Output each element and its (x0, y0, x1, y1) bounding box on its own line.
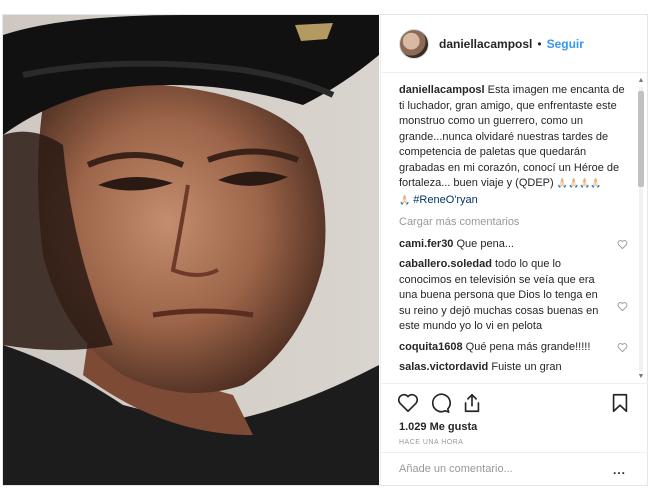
heart-icon[interactable] (617, 342, 628, 353)
comment-bubble-icon[interactable] (429, 392, 451, 414)
post-timestamp: HACE UNA HORA (399, 439, 464, 446)
heart-icon[interactable] (617, 301, 628, 312)
instagram-post-modal: daniellacamposl • Seguir daniellacamposl… (2, 14, 648, 486)
comment-text: Que pena... (456, 237, 515, 250)
comment-username[interactable]: caballero.soledad (399, 258, 492, 270)
comment-text: Fuiste un gran (491, 361, 562, 373)
likes-count[interactable]: 1.029 Me gusta (399, 421, 477, 433)
share-icon[interactable] (461, 392, 483, 414)
action-bar (381, 383, 648, 423)
add-comment-bar: ... (381, 452, 648, 485)
comment-item: cami.fer30 Que pena... (399, 237, 628, 253)
separator-dot: • (537, 36, 542, 51)
comment-username[interactable]: salas.victordavid (399, 361, 488, 373)
heart-icon[interactable] (617, 239, 628, 250)
follow-button[interactable]: Seguir (547, 37, 584, 51)
avatar[interactable] (399, 28, 429, 59)
portrait-image (3, 15, 379, 485)
caption-hashtag[interactable]: #ReneO'ryan (413, 194, 477, 206)
scroll-down-arrow-icon[interactable]: ▼ (637, 373, 645, 381)
comments-list[interactable]: daniellacamposl Esta imagen me encanta d… (381, 73, 648, 383)
comment-username[interactable]: coquita1608 (399, 341, 463, 353)
post-photo[interactable] (3, 15, 379, 485)
comment-item: caballero.soledad todo lo que lo conocim… (399, 257, 628, 335)
comment-item: salas.victordavid Fuiste un gran (399, 360, 626, 376)
comment-text: Qué pena más grande!!!!! (465, 340, 591, 353)
caption-text: Esta imagen me encanta de ti luchador, g… (399, 84, 625, 189)
heart-icon[interactable] (397, 392, 419, 414)
caption-emojis: 🙏🏻🙏🏻🙏🏻🙏🏻 (556, 179, 602, 189)
bookmark-icon[interactable] (609, 392, 631, 414)
scrollbar-thumb[interactable] (638, 91, 644, 187)
post-header: daniellacamposl • Seguir (381, 15, 647, 73)
comment-input[interactable] (399, 463, 599, 475)
post-caption: daniellacamposl Esta imagen me encanta d… (399, 83, 626, 209)
username-link[interactable]: daniellacamposl (439, 37, 532, 51)
more-options-icon[interactable]: ... (613, 463, 626, 477)
load-more-comments[interactable]: Cargar más comentarios (399, 215, 626, 231)
caption-emoji-lead: 🙏🏻 (399, 195, 411, 206)
comment-item: coquita1608 Qué pena más grande!!!!! (399, 340, 628, 356)
post-sidebar: daniellacamposl • Seguir daniellacamposl… (380, 15, 648, 485)
caption-username[interactable]: daniellacamposl (399, 84, 485, 96)
comments-scrollbar[interactable]: ▲ ▼ (637, 77, 645, 381)
comment-username[interactable]: cami.fer30 (399, 238, 453, 250)
scroll-up-arrow-icon[interactable]: ▲ (637, 77, 645, 85)
